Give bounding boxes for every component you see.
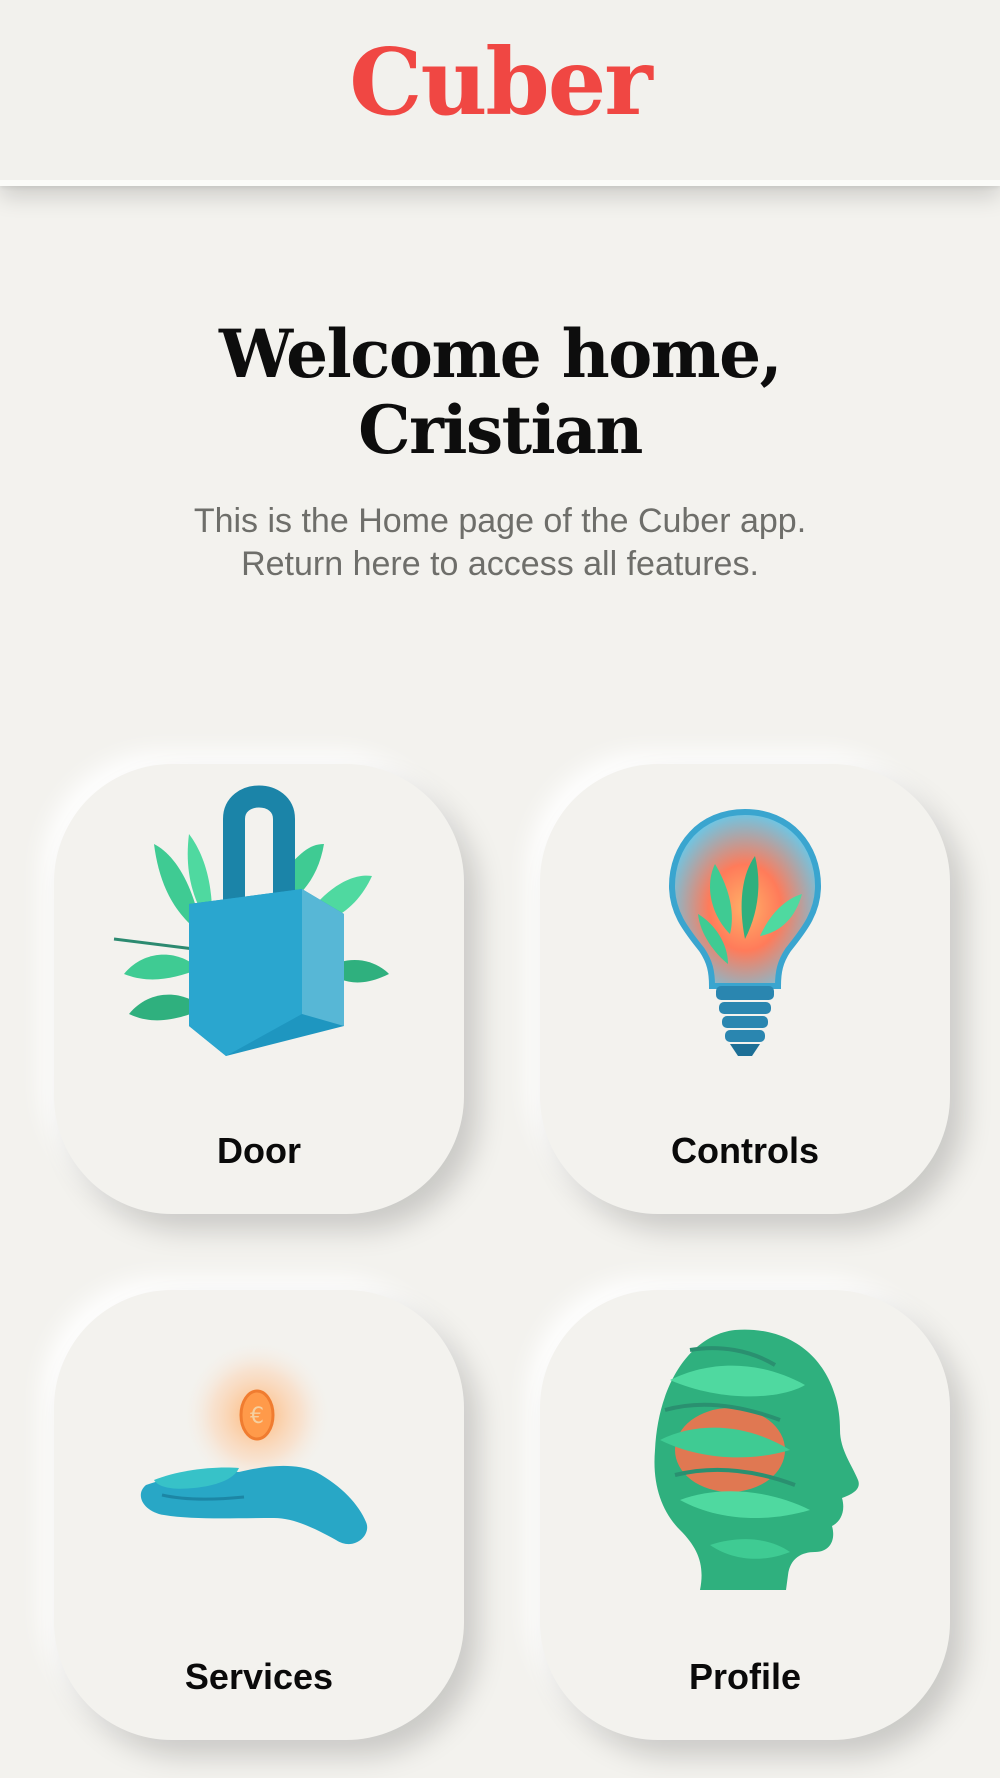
- door-tile-button[interactable]: Door: [54, 764, 464, 1214]
- profile-tile-button[interactable]: Profile: [540, 1290, 950, 1740]
- welcome-subtitle: This is the Home page of the Cuber app. …: [120, 500, 880, 586]
- welcome-title: Welcome home, Cristian: [100, 316, 900, 468]
- welcome-title-name: Cristian: [358, 391, 643, 469]
- door-tile-label: Door: [217, 1130, 301, 1171]
- app-header: Cuber: [0, 0, 1000, 186]
- svg-text:€: €: [250, 1404, 264, 1429]
- profile-tile-label: Profile: [688, 1656, 802, 1697]
- welcome-subtitle-line1: This is the Home page of the Cuber app.: [193, 502, 807, 540]
- padlock-with-leaves-icon: [113, 785, 389, 1056]
- hand-with-euro-coin-icon: €: [140, 1340, 368, 1545]
- services-tile-label: Services: [184, 1656, 334, 1697]
- lightbulb-with-plants-icon: [668, 808, 822, 1056]
- services-tile-button[interactable]: € Services: [54, 1290, 464, 1740]
- brand-logo[interactable]: Cuber: [0, 36, 1000, 128]
- controls-tile-label: Controls: [671, 1130, 819, 1171]
- welcome-title-line1: Welcome home,: [218, 315, 783, 393]
- leafy-head-icon: [654, 1329, 859, 1590]
- welcome-subtitle-line2: Return here to access all features.: [241, 545, 759, 583]
- controls-tile-button[interactable]: Controls: [540, 764, 950, 1214]
